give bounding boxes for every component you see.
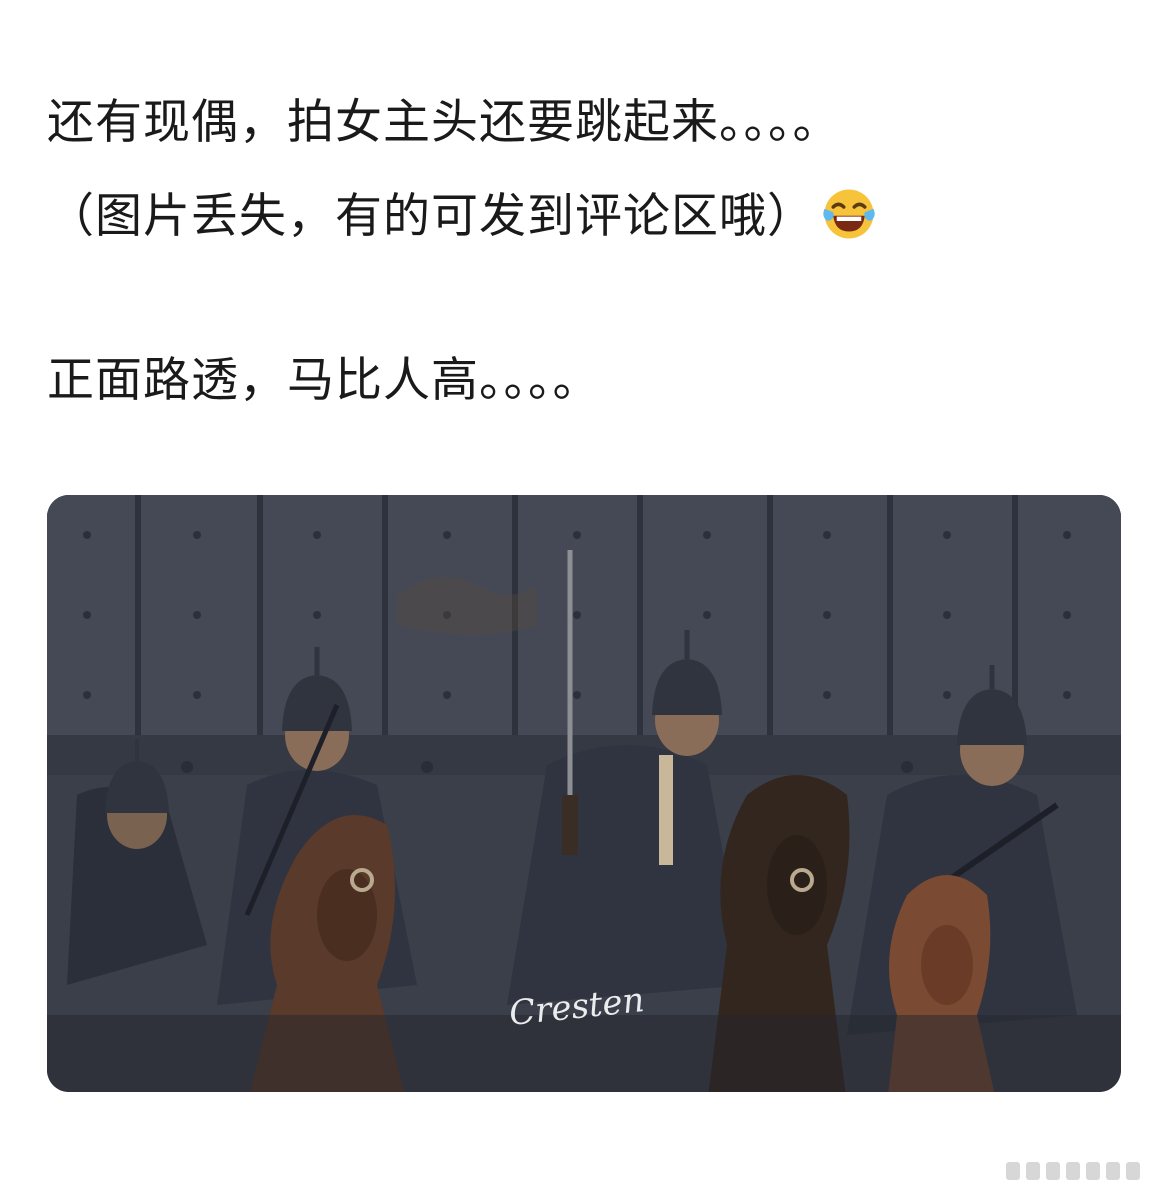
post-line-2-text: （图片丢失，有的可发到评论区哦） — [47, 189, 815, 244]
post-line-1: 还有现偶，拍女主头还要跳起来。。。。 — [47, 95, 841, 150]
site-watermark-icon — [1006, 1162, 1140, 1180]
post-photo[interactable]: Cresten — [47, 495, 1121, 1092]
face-with-tears-of-joy-icon — [821, 180, 877, 239]
post-line-3: 正面路透，马比人高。。。。 — [47, 353, 601, 408]
post-line-2: （图片丢失，有的可发到评论区哦） — [47, 170, 1127, 264]
post-body: 还有现偶，拍女主头还要跳起来。。。。 （图片丢失，有的可发到评论区哦） 正面路透… — [47, 76, 1127, 428]
